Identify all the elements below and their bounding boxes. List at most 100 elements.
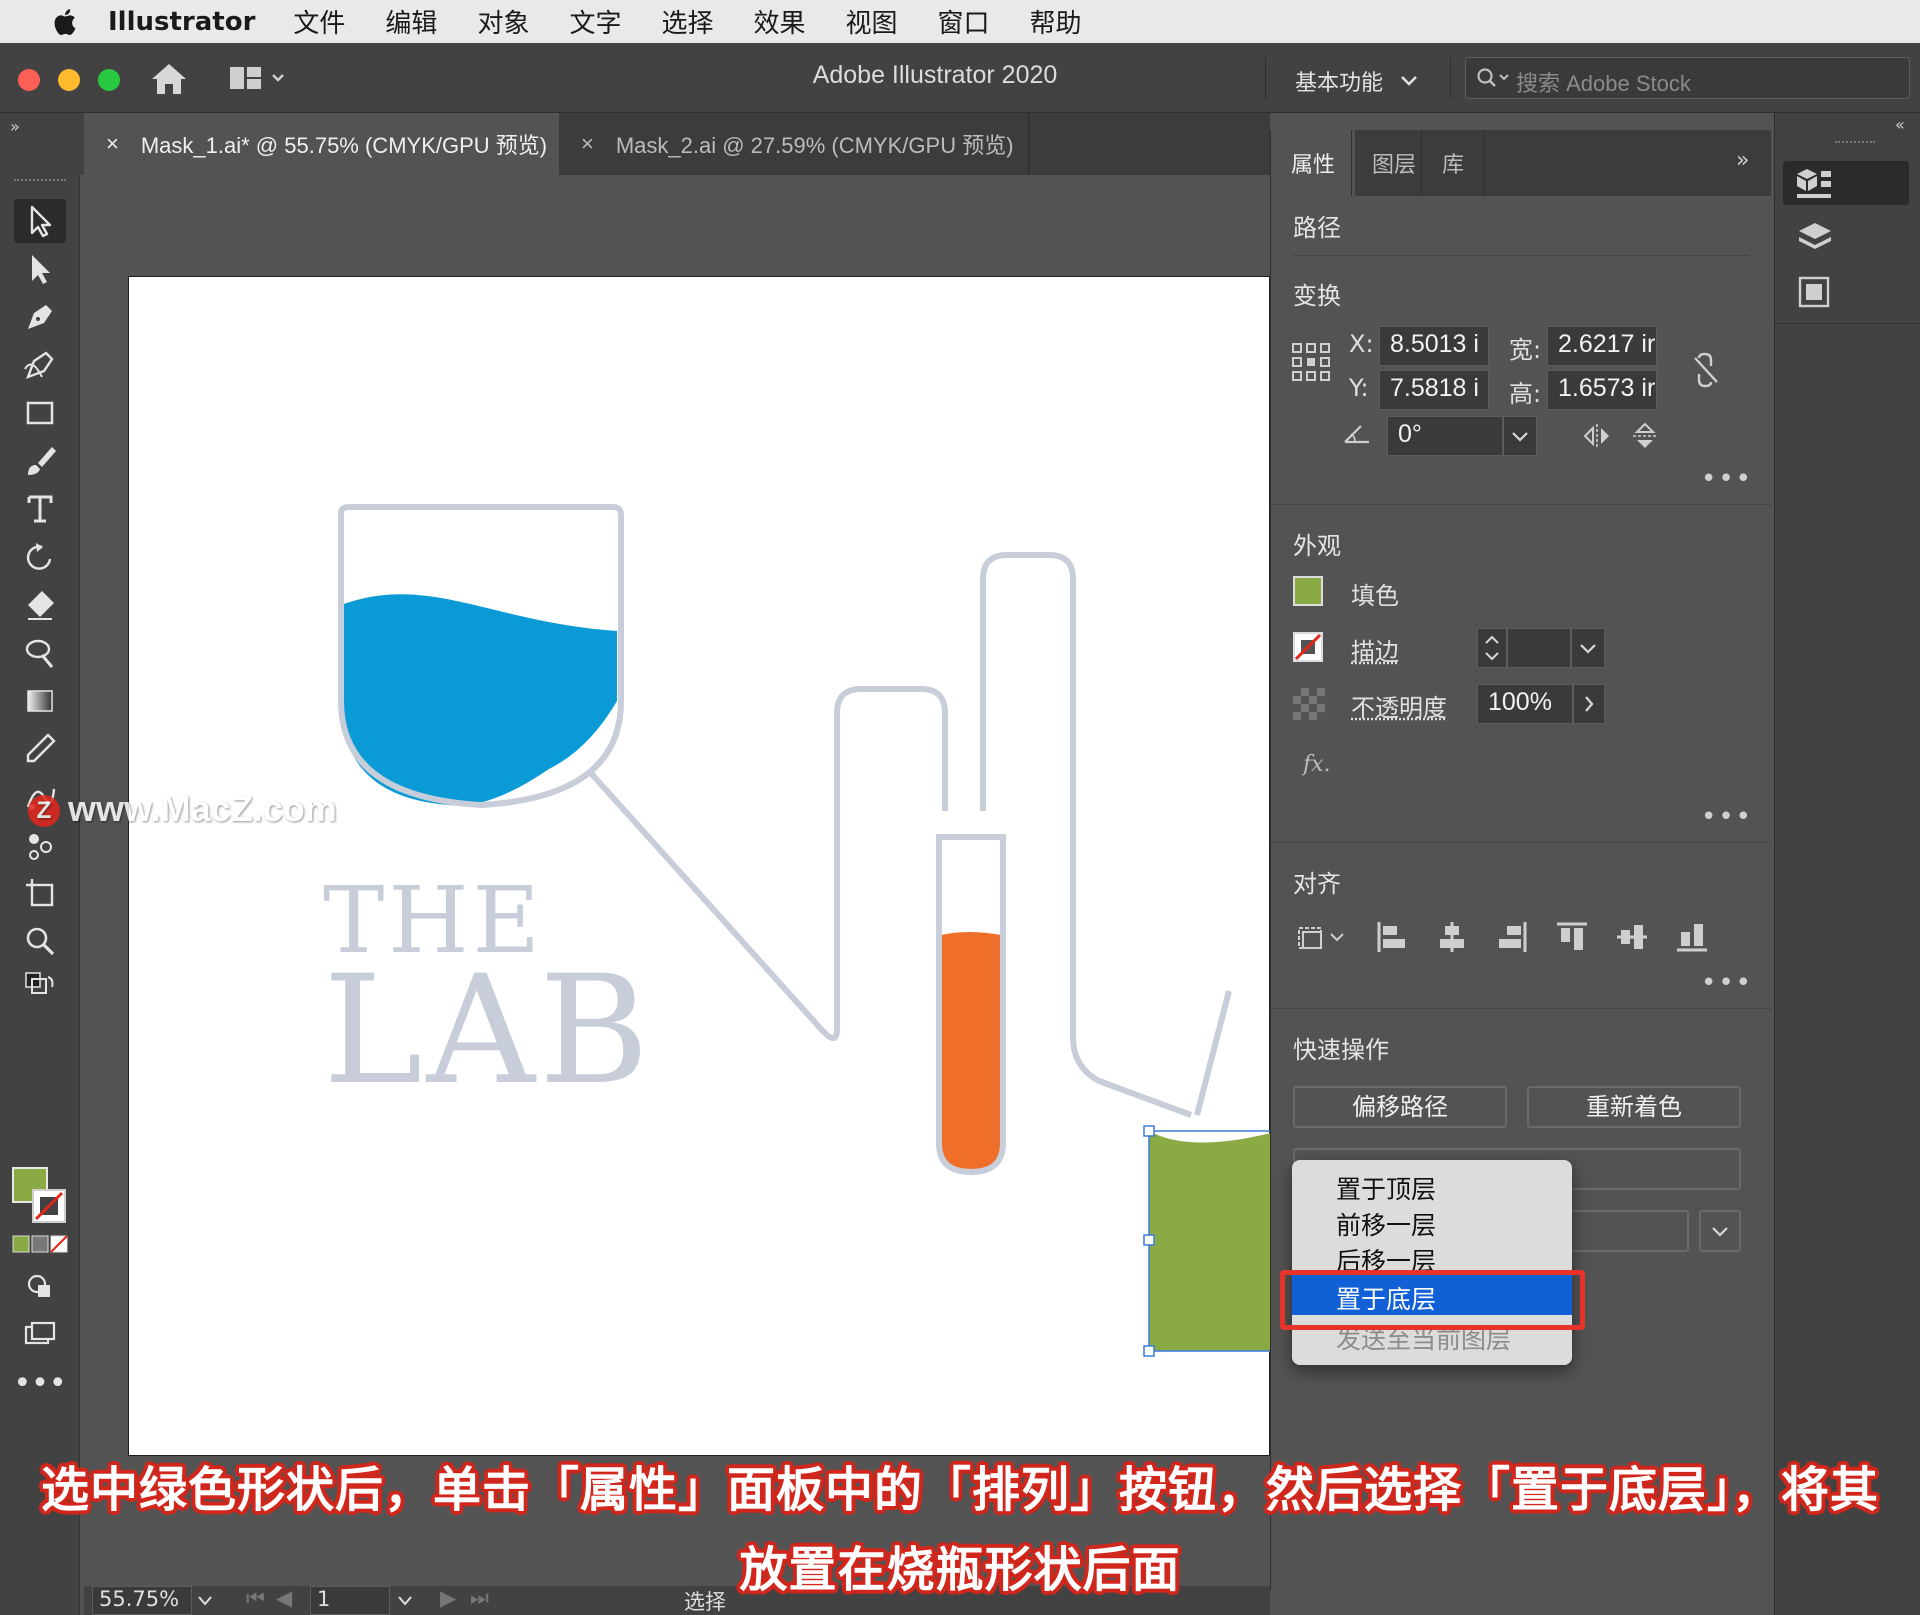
menu-item-bring-forward[interactable]: 前移一层: [1336, 1206, 1436, 1242]
workspace-label: 基本功能: [1295, 65, 1383, 97]
align-to-selection-icon[interactable]: [1295, 920, 1349, 954]
menu-view[interactable]: 视图: [846, 3, 898, 40]
lab-illustration: [129, 277, 1271, 1457]
flip-horizontal-icon[interactable]: [1581, 422, 1613, 450]
layers-icon[interactable]: [1797, 221, 1833, 255]
reference-point-icon[interactable]: [1291, 342, 1331, 382]
chevron-down-icon: [1701, 1212, 1739, 1250]
apple-logo-icon[interactable]: [40, 7, 88, 37]
collapse-toolbar-icon[interactable]: »: [10, 117, 20, 136]
chevron-down-icon: [1504, 417, 1536, 455]
fx-icon[interactable]: fx.: [1303, 752, 1331, 777]
screen-mode-icon[interactable]: [14, 1313, 66, 1357]
stroke-color-swatch[interactable]: [1293, 632, 1323, 662]
close-tab-icon[interactable]: ×: [581, 131, 594, 157]
libraries-icon[interactable]: [1797, 275, 1831, 309]
fill-color-swatch[interactable]: [1293, 576, 1323, 606]
panel-menu-icon[interactable]: »: [1736, 148, 1749, 173]
menu-item-bring-to-front[interactable]: 置于顶层: [1336, 1170, 1436, 1206]
artboard[interactable]: THE LAB: [128, 276, 1270, 1456]
stroke-swatch[interactable]: [32, 1189, 66, 1223]
none-swatch-icon: [1295, 634, 1321, 660]
tab-properties[interactable]: 属性: [1271, 130, 1355, 196]
swap-fill-stroke-icon[interactable]: [14, 965, 66, 1009]
logo-text-lab: LAB: [323, 949, 653, 1114]
width-tool-icon[interactable]: [14, 631, 66, 675]
type-tool-icon[interactable]: [14, 487, 66, 531]
menu-app-name[interactable]: Illustrator: [108, 7, 255, 37]
recolor-button[interactable]: 重新着色: [1527, 1086, 1741, 1128]
align-right-icon[interactable]: [1495, 920, 1529, 954]
tab-mask-2[interactable]: × Mask_2.ai @ 27.59% (CMYK/GPU 预览): [559, 113, 1029, 175]
menu-window[interactable]: 窗口: [938, 3, 990, 40]
stroke-weight-field[interactable]: [1507, 628, 1571, 668]
arrange-menu: 置于顶层 前移一层 后移一层 置于底层 发送至当前图层: [1292, 1160, 1572, 1365]
y-position-field[interactable]: 7.5818 i: [1379, 370, 1489, 410]
close-tab-icon[interactable]: ×: [106, 131, 119, 157]
x-position-field[interactable]: 8.5013 i: [1379, 326, 1489, 366]
menu-edit[interactable]: 编辑: [385, 3, 437, 40]
pen-tool-icon[interactable]: [14, 295, 66, 339]
stroke-label[interactable]: 描边: [1351, 632, 1399, 667]
edit-toolbar-icon[interactable]: •••: [14, 1361, 66, 1405]
tab-label: Mask_1.ai* @ 55.75% (CMYK/GPU 预览): [141, 128, 547, 160]
caption-line-1: 选中绿色形状后，单击「属性」面板中的「排列」按钮，然后选择「置于底层」，将其: [0, 1450, 1920, 1520]
x-label: X:: [1349, 330, 1374, 358]
gradient-tool-icon[interactable]: [14, 679, 66, 723]
artboard-tool-icon[interactable]: [14, 871, 66, 915]
direct-selection-tool-icon[interactable]: [14, 247, 66, 291]
opacity-label[interactable]: 不透明度: [1351, 688, 1447, 723]
transform-title: 变换: [1293, 276, 1341, 311]
collapse-dock-icon[interactable]: «: [1895, 115, 1905, 134]
menu-effect[interactable]: 效果: [753, 3, 805, 40]
caption-line-2: 放置在烧瓶形状后面: [0, 1530, 1920, 1600]
appearance-more-options[interactable]: •••: [1701, 802, 1753, 832]
menu-select[interactable]: 选择: [661, 3, 713, 40]
selection-tool-icon[interactable]: [14, 199, 66, 243]
opacity-field[interactable]: 100%: [1477, 684, 1573, 724]
chevron-down-icon: [1572, 629, 1604, 667]
rotation-field[interactable]: 0°: [1387, 416, 1503, 456]
align-left-icon[interactable]: [1375, 920, 1409, 954]
object-type-label: 路径: [1293, 208, 1341, 243]
offset-path-button[interactable]: 偏移路径: [1293, 1086, 1507, 1128]
zoom-tool-icon[interactable]: [14, 919, 66, 963]
height-field[interactable]: 1.6573 ir: [1547, 370, 1657, 410]
width-label: 宽:: [1509, 330, 1541, 365]
transform-more-options[interactable]: •••: [1701, 464, 1753, 494]
draw-mode-icon[interactable]: [14, 1265, 66, 1309]
select-similar-dropdown[interactable]: [1699, 1210, 1741, 1252]
panel-tabs: 属性 图层 库 »: [1271, 130, 1771, 196]
align-top-icon[interactable]: [1555, 920, 1589, 954]
menu-object[interactable]: 对象: [477, 3, 529, 40]
paintbrush-tool-icon[interactable]: [14, 439, 66, 483]
opacity-slider-toggle[interactable]: [1573, 684, 1605, 724]
rotation-dropdown[interactable]: [1503, 416, 1537, 456]
flip-vertical-icon[interactable]: [1631, 420, 1659, 452]
curvature-tool-icon[interactable]: [14, 343, 66, 387]
align-bottom-icon[interactable]: [1675, 920, 1709, 954]
menu-help[interactable]: 帮助: [1030, 3, 1082, 40]
width-field[interactable]: 2.6217 ir: [1547, 326, 1657, 366]
align-more-options[interactable]: •••: [1701, 968, 1753, 998]
align-horizontal-center-icon[interactable]: [1435, 920, 1469, 954]
constrain-proportions-icon[interactable]: [1691, 352, 1721, 388]
eraser-tool-icon[interactable]: [14, 583, 66, 627]
menu-file[interactable]: 文件: [293, 3, 345, 40]
eyedropper-tool-icon[interactable]: [14, 727, 66, 771]
workspace-switcher[interactable]: 基本功能: [1295, 65, 1419, 97]
stroke-weight-stepper[interactable]: [1477, 628, 1507, 668]
tab-mask-1[interactable]: × Mask_1.ai* @ 55.75% (CMYK/GPU 预览): [84, 113, 559, 175]
color-gradient-none-icon: [12, 1235, 68, 1253]
rotate-tool-icon[interactable]: [14, 535, 66, 579]
test-tube-liquid: [941, 932, 1001, 1169]
properties-dock-button[interactable]: [1783, 161, 1909, 205]
stroke-weight-dropdown[interactable]: [1571, 628, 1605, 668]
align-vertical-center-icon[interactable]: [1615, 920, 1649, 954]
section-divider: [1271, 1008, 1771, 1009]
tab-libraries[interactable]: 库: [1421, 130, 1485, 196]
stock-search-input[interactable]: 搜索 Adobe Stock: [1465, 57, 1910, 99]
rectangle-tool-icon[interactable]: [14, 391, 66, 435]
color-mode-buttons[interactable]: [12, 1235, 68, 1253]
menu-type[interactable]: 文字: [569, 3, 621, 40]
